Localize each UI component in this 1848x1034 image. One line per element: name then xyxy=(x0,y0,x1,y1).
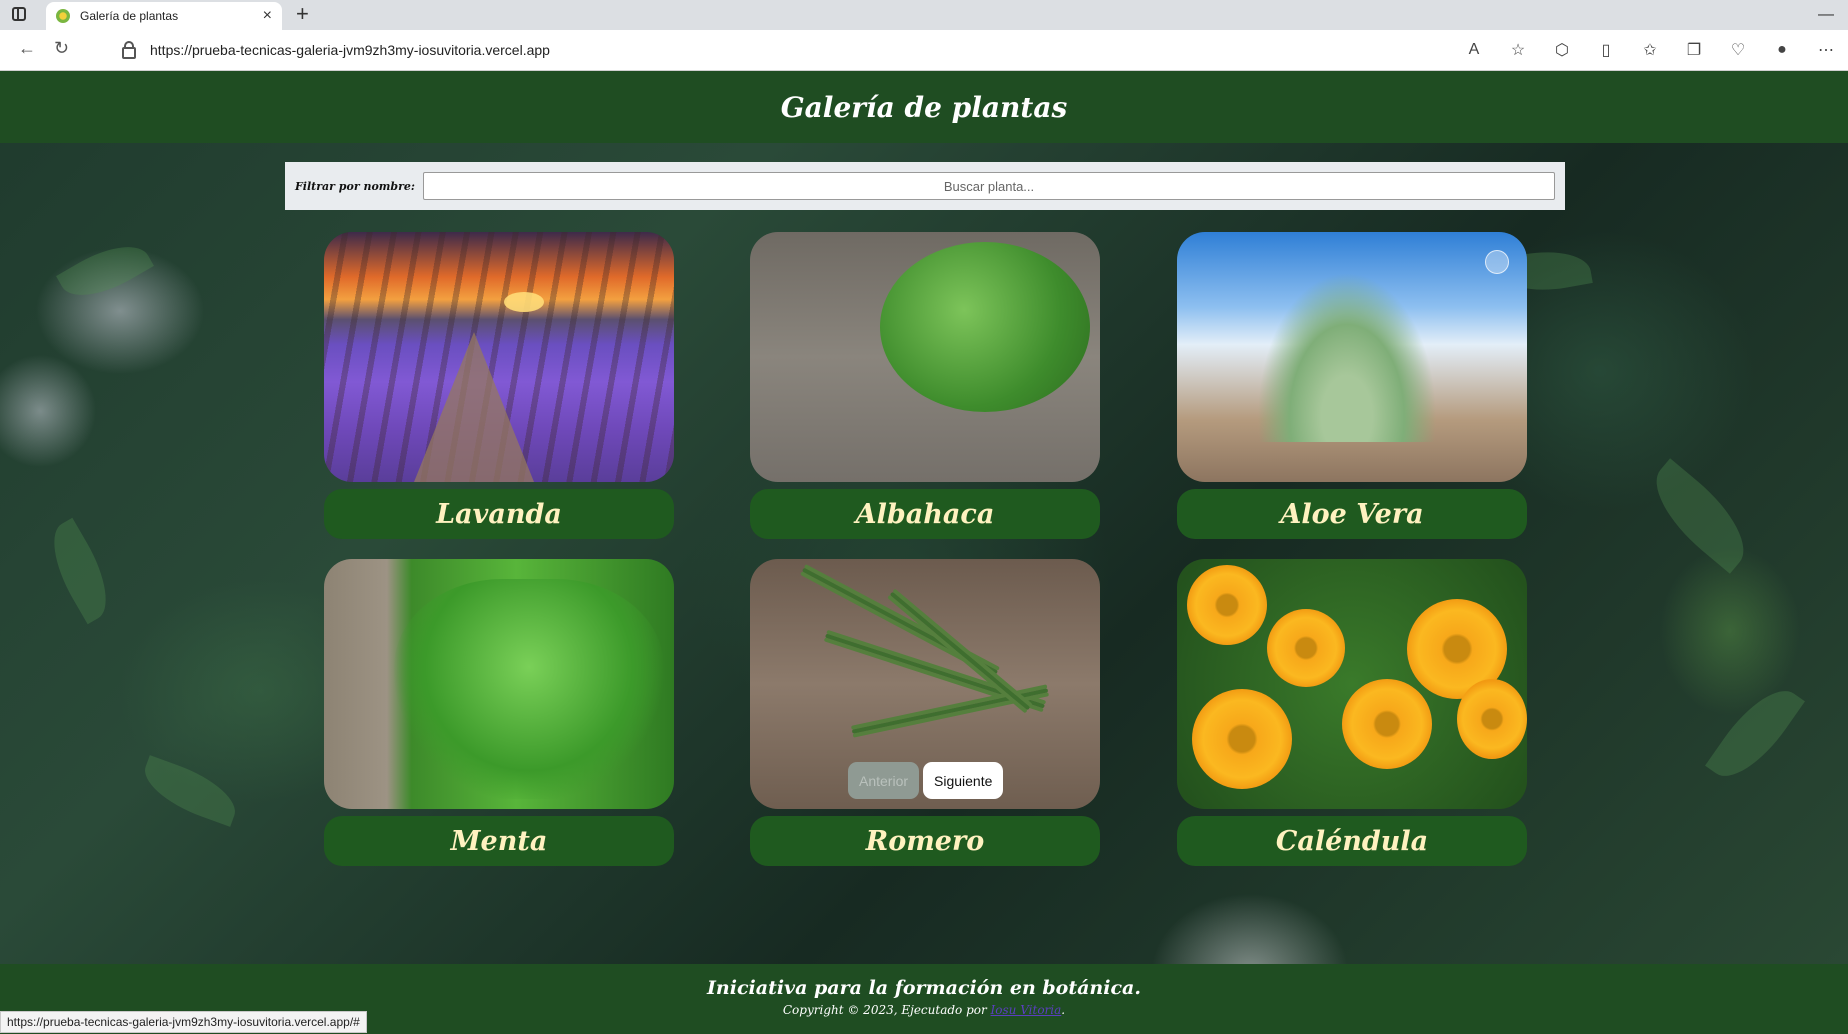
favorite-star-icon[interactable]: ☆ xyxy=(1496,40,1540,60)
plant-card-menta[interactable]: Menta xyxy=(324,559,674,866)
address-bar-row: ← ↻ https://prueba-tecnicas-galeria-jvm9… xyxy=(0,30,1848,71)
profile-icon[interactable]: ● xyxy=(1760,41,1804,59)
plant-image-albahaca[interactable] xyxy=(750,232,1100,482)
sidebar-toggle-icon[interactable] xyxy=(12,7,26,21)
split-screen-icon[interactable]: ▯ xyxy=(1584,40,1628,60)
tab-title: Galería de plantas xyxy=(80,9,179,23)
foliage-background-image xyxy=(0,71,1848,1034)
read-aloud-icon[interactable]: A xyxy=(1452,41,1496,59)
page-title: Galería de plantas xyxy=(780,90,1068,124)
extensions-icon[interactable]: ⬡ xyxy=(1540,40,1584,60)
back-icon[interactable]: ← xyxy=(18,38,36,59)
reload-icon[interactable]: ↻ xyxy=(54,38,69,59)
plant-image-aloe-vera[interactable] xyxy=(1177,232,1527,482)
visual-search-icon[interactable] xyxy=(1485,250,1509,274)
plant-card-lavanda[interactable]: Lavanda xyxy=(324,232,674,539)
favorites-icon[interactable]: ✩ xyxy=(1628,40,1672,60)
plant-name-calendula: Caléndula xyxy=(1177,816,1527,866)
next-page-button[interactable]: Siguiente xyxy=(923,762,1003,799)
browser-toolbar: A ☆ ⬡ ▯ ✩ ❐ ♡ ● ⋯ xyxy=(1452,30,1848,70)
footer-tagline: Iniciativa para la formación en botánica… xyxy=(707,977,1141,999)
browser-tab[interactable]: Galería de plantas × xyxy=(46,2,282,30)
minimize-icon[interactable]: — xyxy=(1818,6,1834,24)
plant-card-calendula[interactable]: Caléndula xyxy=(1177,559,1527,866)
new-tab-icon[interactable]: + xyxy=(296,3,309,25)
url-field[interactable]: https://prueba-tecnicas-galeria-jvm9zh3m… xyxy=(102,35,1422,65)
copyright-suffix: . xyxy=(1061,1003,1066,1017)
status-bar-url: https://prueba-tecnicas-galeria-jvm9zh3m… xyxy=(0,1011,367,1033)
plant-name-menta: Menta xyxy=(324,816,674,866)
plant-name-aloe-vera: Aloe Vera xyxy=(1177,489,1527,539)
plant-image-menta[interactable] xyxy=(324,559,674,809)
plant-name-lavanda: Lavanda xyxy=(324,489,674,539)
plant-name-romero: Romero xyxy=(750,816,1100,866)
more-menu-icon[interactable]: ⋯ xyxy=(1804,40,1848,60)
collections-icon[interactable]: ❐ xyxy=(1672,40,1716,60)
plant-card-albahaca[interactable]: Albahaca xyxy=(750,232,1100,539)
previous-page-button[interactable]: Anterior xyxy=(848,762,919,799)
plant-image-lavanda[interactable] xyxy=(324,232,674,482)
favicon-icon xyxy=(56,9,70,23)
url-text: https://prueba-tecnicas-galeria-jvm9zh3m… xyxy=(150,42,550,58)
web-page: Galería de plantas Filtrar por nombre: L… xyxy=(0,71,1848,1034)
pagination: Anterior Siguiente xyxy=(848,762,1003,799)
browser-essentials-icon[interactable]: ♡ xyxy=(1716,40,1760,60)
search-input[interactable] xyxy=(422,172,1555,200)
copyright-text: Copyright © 2023, Ejecutado por xyxy=(782,1003,987,1017)
plant-name-albahaca: Albahaca xyxy=(750,489,1100,539)
filter-label: Filtrar por nombre: xyxy=(295,179,415,193)
filter-bar: Filtrar por nombre: xyxy=(285,162,1565,210)
plant-card-aloe-vera[interactable]: Aloe Vera xyxy=(1177,232,1527,539)
author-link[interactable]: Iosu Vitoria xyxy=(991,1003,1062,1017)
browser-tab-bar: Galería de plantas × + — xyxy=(0,0,1848,30)
site-header: Galería de plantas xyxy=(0,71,1848,143)
close-tab-icon[interactable]: × xyxy=(263,7,272,25)
plant-image-calendula[interactable] xyxy=(1177,559,1527,809)
lock-icon xyxy=(122,41,136,59)
